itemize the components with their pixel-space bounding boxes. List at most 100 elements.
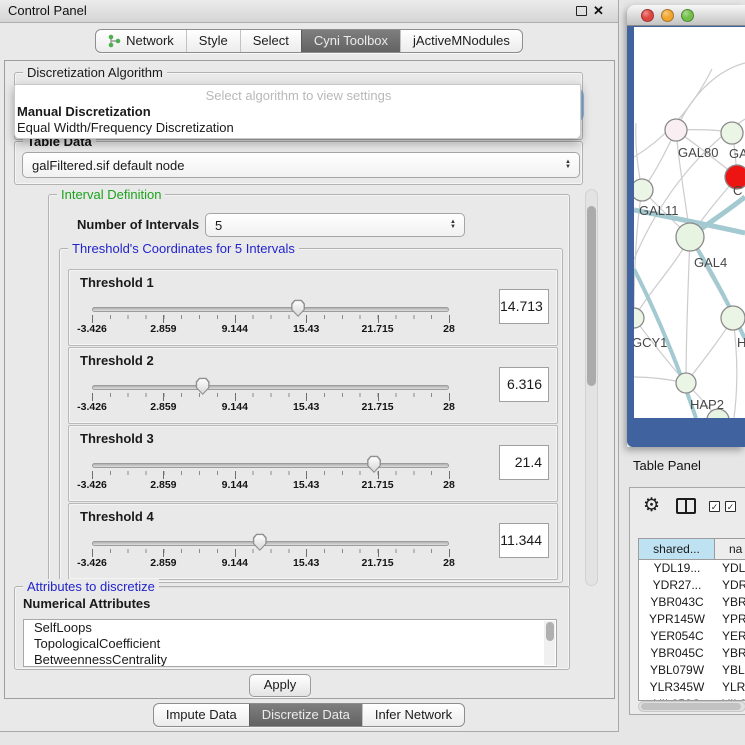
thresholds-groupbox: Threshold's Coordinates for 5 Intervals … <box>59 248 563 583</box>
slider-track[interactable] <box>92 463 449 468</box>
control-panel-title: Control Panel <box>8 0 87 22</box>
bottom-tab-discretize-data[interactable]: Discretize Data <box>249 704 362 726</box>
tab-label-style: Style <box>199 30 228 52</box>
table-row[interactable]: YBR045CYBR0 <box>639 645 745 662</box>
tab-jactivemnodules[interactable]: jActiveMNodules <box>400 30 522 52</box>
table-cell: YLR3 <box>715 679 745 696</box>
scrollbar-thumb[interactable] <box>587 206 596 386</box>
columns-icon[interactable] <box>676 498 696 514</box>
table-cell: YDR27... <box>639 577 715 594</box>
table-row[interactable]: YLR345WYLR3 <box>639 679 745 696</box>
slider-major-tick <box>163 549 164 557</box>
checkbox-icon[interactable]: ✓ <box>709 501 720 512</box>
threshold-value-field-1[interactable]: 14.713 <box>499 289 549 324</box>
threshold-value-field-3[interactable]: 21.4 <box>499 445 549 480</box>
bottom-tab-impute-data[interactable]: Impute Data <box>154 704 249 726</box>
combo-arrows-icon: ▲▼ <box>445 220 461 230</box>
column-header-2[interactable]: na <box>715 539 745 560</box>
gear-icon[interactable]: ⚙ <box>643 496 660 516</box>
attributes-list-scrollbar[interactable] <box>544 621 555 665</box>
threshold-value-field-4[interactable]: 11.344 <box>499 523 549 558</box>
dropdown-item-manual-discretization[interactable]: Manual Discretization <box>15 104 580 120</box>
table-data-select[interactable]: galFiltered.sif default node ▲▼ <box>22 152 580 178</box>
threshold-label-1: Threshold 1 <box>80 275 154 290</box>
node-table[interactable]: shared...naYDL19...YDL1YDR27...YDR2YBR04… <box>638 538 745 701</box>
interval-definition-groupbox: Interval Definition Number of Intervals … <box>48 194 570 588</box>
slider-major-tick <box>163 393 164 401</box>
network-graph[interactable]: GAL80GACGAL11GAL4GCY1HHAP2 <box>634 27 745 418</box>
node-gal11[interactable] <box>634 179 653 201</box>
scrollbar-thumb[interactable] <box>641 703 741 710</box>
table-cell: YBL079W <box>639 662 715 679</box>
tab-label-select: Select <box>253 30 289 52</box>
slider-tick-label: -3.426 <box>77 557 107 569</box>
table-row[interactable]: YDL19...YDL1 <box>639 560 745 577</box>
table-panel: ⚙ ✓ ✓ shared...naYDL19...YDL1YDR27...YDR… <box>629 487 745 715</box>
table-cell: YBL0 <box>715 662 745 679</box>
dropdown-placeholder-item[interactable]: Select algorithm to view settings <box>15 88 580 104</box>
scrollbar-thumb[interactable] <box>546 622 554 641</box>
slider-tick-label: 28 <box>443 401 455 413</box>
node-gal80[interactable] <box>665 119 687 141</box>
zoom-traffic-light[interactable] <box>681 9 694 22</box>
threshold-box-2: Threshold 2-3.4262.8599.14415.4321.71528… <box>68 347 558 424</box>
control-panel-titlebar: Control Panel ✕ <box>0 0 618 23</box>
table-row[interactable]: YPR145WYPR1 <box>639 611 745 628</box>
table-row[interactable]: YBL079WYBL0 <box>639 662 745 679</box>
app-root: Control Panel ✕ Network Style Select Cyni T… <box>0 0 745 745</box>
node-top-right[interactable] <box>721 122 743 144</box>
control-panel-window: Control Panel ✕ Network Style Select Cyni T… <box>0 0 619 732</box>
attributes-group-title: Attributes to discretize <box>23 579 159 594</box>
table-row[interactable]: YER054CYER0 <box>639 628 745 645</box>
threshold-value-field-2[interactable]: 6.316 <box>499 367 549 402</box>
tab-label-cyni-toolbox: Cyni Toolbox <box>314 30 388 52</box>
dropdown-item-equal-width-frequency-discretization[interactable]: Equal Width/Frequency Discretization <box>15 120 580 136</box>
node-gal4[interactable] <box>676 223 704 251</box>
checkbox-icon[interactable]: ✓ <box>725 501 736 512</box>
bottom-tab-infer-network[interactable]: Infer Network <box>362 704 464 726</box>
table-row[interactable]: YBR043CYBR0 <box>639 594 745 611</box>
tab-style[interactable]: Style <box>186 30 240 52</box>
slider-tick-label: 9.144 <box>222 323 248 335</box>
table-cell: YLR345W <box>639 679 715 696</box>
slider-major-tick <box>92 471 93 479</box>
table-row[interactable]: YDR27...YDR2 <box>639 577 745 594</box>
network-icon <box>108 34 121 48</box>
attribute-item-selfloops[interactable]: SelfLoops <box>24 620 556 636</box>
minimize-traffic-light[interactable] <box>661 9 674 22</box>
attribute-item-betweennesscentrality[interactable]: BetweennessCentrality <box>24 652 556 667</box>
float-window-icon[interactable] <box>576 6 587 16</box>
threshold-label-4: Threshold 4 <box>80 509 154 524</box>
table-hscrollbar[interactable] <box>638 701 745 712</box>
attribute-item-topologicalcoefficient[interactable]: TopologicalCoefficient <box>24 636 556 652</box>
slider-track[interactable] <box>92 307 449 312</box>
slider-thumb-face <box>368 457 380 472</box>
slider-track[interactable] <box>92 541 449 546</box>
slider-major-tick <box>449 471 450 479</box>
tab-network[interactable]: Network <box>96 30 186 52</box>
node-gcy1[interactable] <box>634 308 644 328</box>
slider-major-tick <box>163 471 164 479</box>
slider-tick-label: 21.715 <box>362 401 394 413</box>
threshold-label-3: Threshold 3 <box>80 431 154 446</box>
slider-minor-ticks <box>92 393 450 397</box>
attributes-list[interactable]: SelfLoopsTopologicalCoefficientBetweenne… <box>23 619 557 667</box>
slider-major-tick <box>306 471 307 479</box>
tab-select[interactable]: Select <box>240 30 301 52</box>
tab-cyni-toolbox[interactable]: Cyni Toolbox <box>301 30 400 52</box>
number-of-intervals-select[interactable]: 5 ▲▼ <box>205 213 465 237</box>
table-data-select-value: galFiltered.sif default node <box>23 158 560 173</box>
apply-button[interactable]: Apply <box>249 674 311 697</box>
network-canvas[interactable]: GAL80GACGAL11GAL4GCY1HHAP2 <box>634 27 745 418</box>
settings-scrollbar[interactable] <box>585 189 598 586</box>
close-icon[interactable]: ✕ <box>593 3 604 19</box>
close-traffic-light[interactable] <box>641 9 654 22</box>
algorithm-dropdown-popup: Select algorithm to view settings Manual… <box>14 84 581 139</box>
attributes-groupbox: Attributes to discretize Numerical Attri… <box>14 586 570 670</box>
node-h[interactable] <box>721 306 745 330</box>
table-cell: YER054C <box>639 628 715 645</box>
slider-tick-label: 15.43 <box>293 479 319 491</box>
slider-track[interactable] <box>92 385 449 390</box>
node-hap2[interactable] <box>676 373 696 393</box>
column-header-1[interactable]: shared... <box>639 539 715 560</box>
